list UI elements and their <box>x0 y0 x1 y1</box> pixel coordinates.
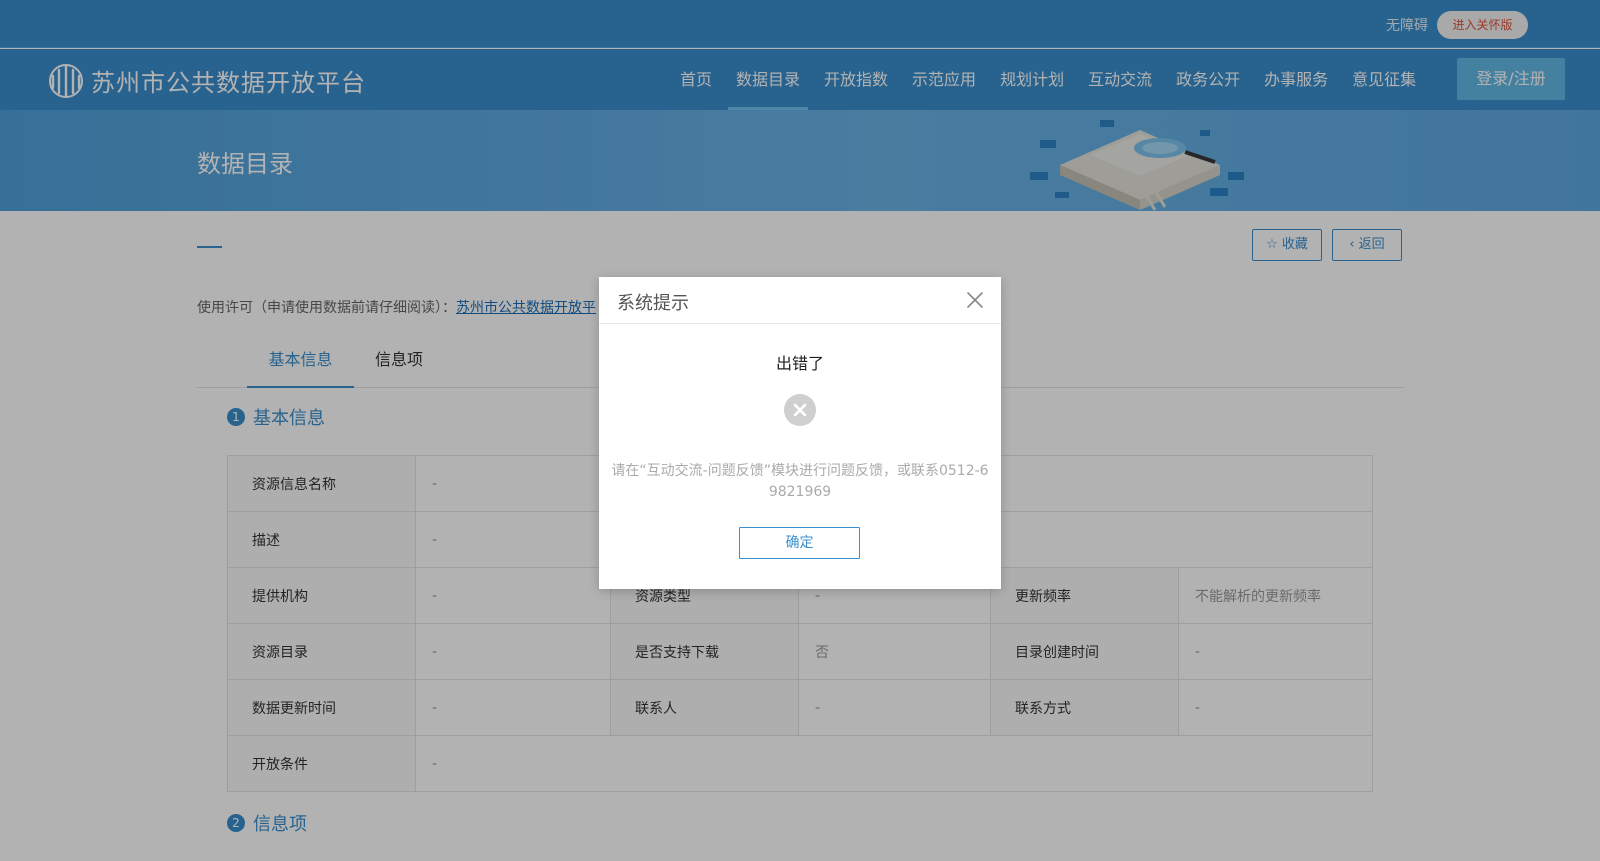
confirm-button[interactable]: 确定 <box>739 527 860 559</box>
dialog-message: 出错了 <box>775 354 824 373</box>
close-icon[interactable] <box>965 290 985 310</box>
dialog-title: 系统提示 <box>617 293 689 314</box>
dialog-description: 请在“互动交流-问题反馈”模块进行问题反馈，或联系0512-69821969 <box>611 463 989 500</box>
system-alert-dialog: 系统提示 出错了 请在“互动交流-问题反馈”模块进行问题反馈，或联系0512-6… <box>599 277 1001 589</box>
error-icon <box>784 394 816 426</box>
dialog-header: 系统提示 <box>599 277 1001 324</box>
